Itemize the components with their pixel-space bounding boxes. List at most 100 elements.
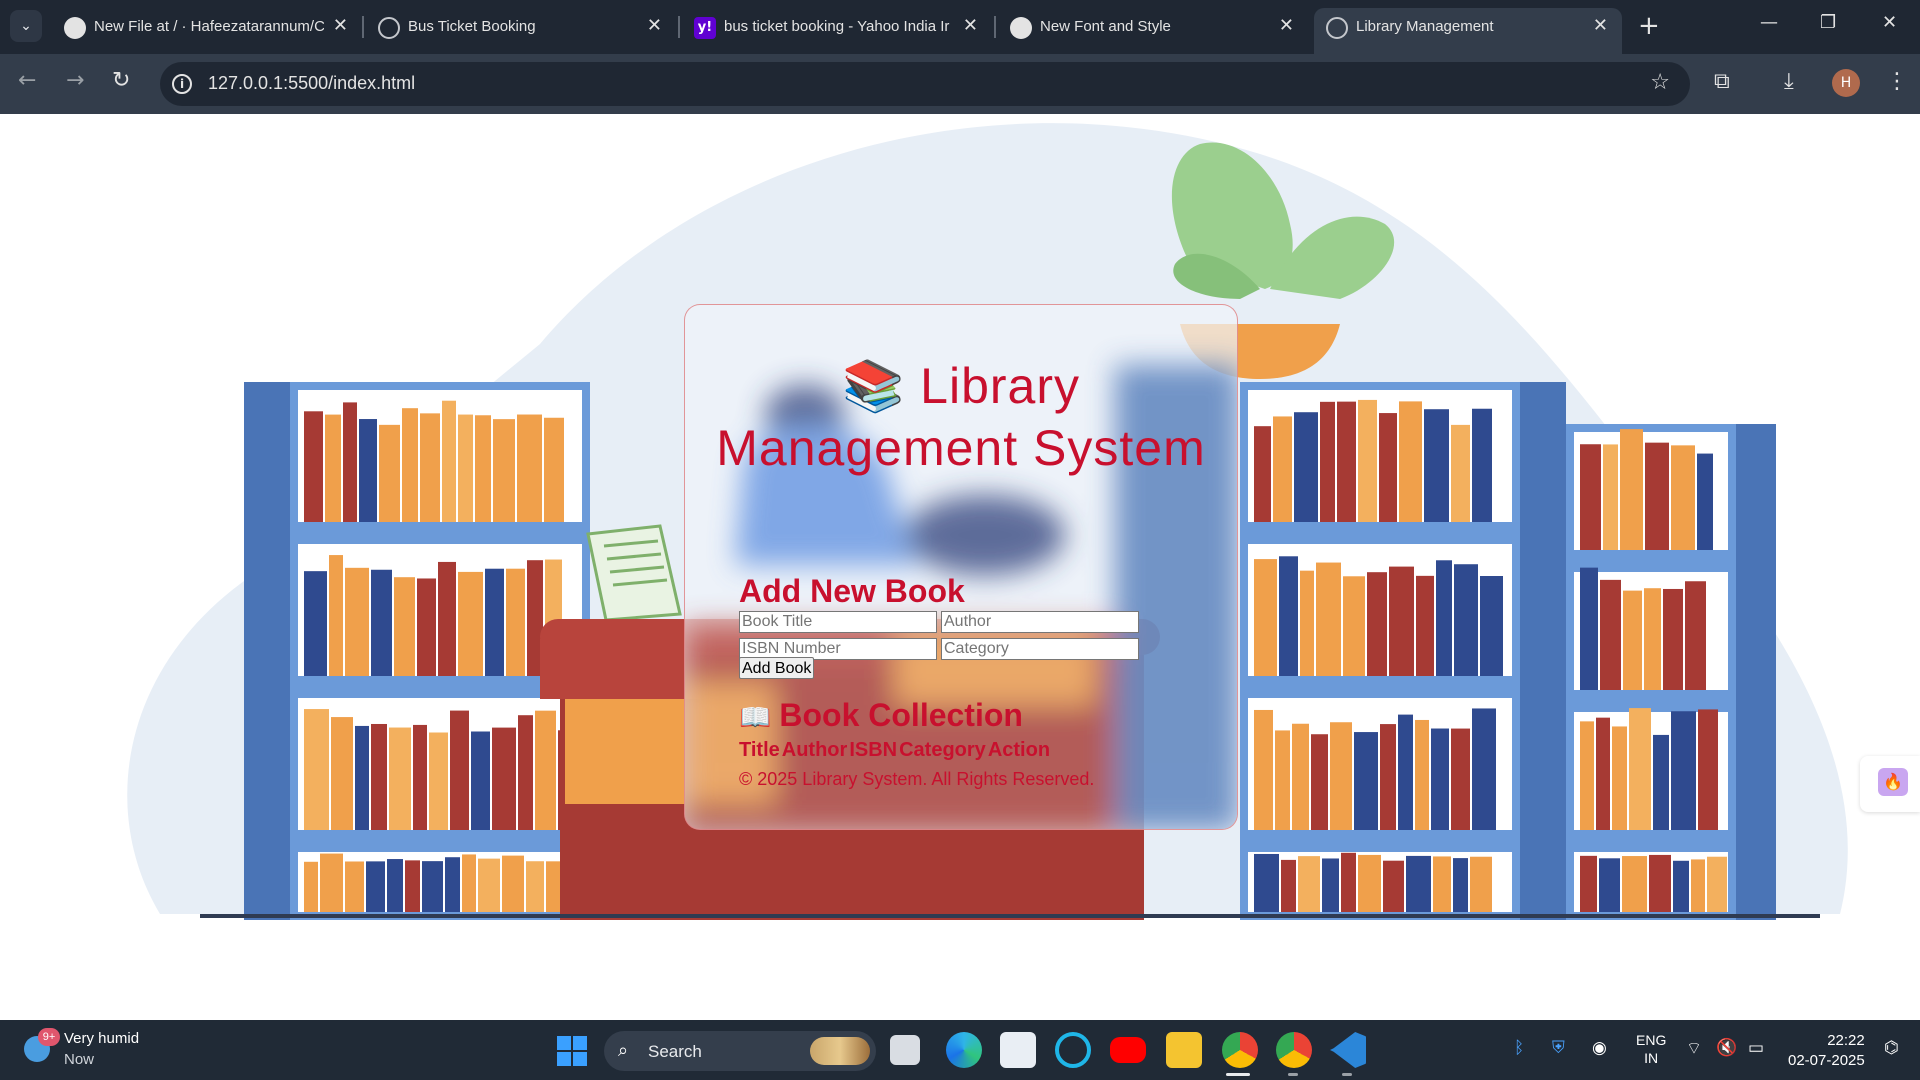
category-input[interactable] — [941, 638, 1139, 660]
book-title-input[interactable] — [739, 611, 937, 633]
book-spine — [402, 408, 418, 522]
book-spine — [1311, 734, 1328, 830]
speaker-muted-icon[interactable]: 🔇 — [1716, 1038, 1737, 1058]
clock-time: 22:22 — [1827, 1032, 1865, 1049]
book-spine — [325, 414, 341, 522]
flame-icon: 🔥 — [1878, 768, 1908, 796]
task-view-icon[interactable] — [890, 1035, 920, 1065]
store-icon[interactable] — [1000, 1032, 1036, 1068]
url-text[interactable]: 127.0.0.1:5500/index.html — [208, 73, 415, 94]
page-title-text: Library Management System — [716, 358, 1206, 476]
chrome-tray-icon[interactable]: ◉ — [1592, 1038, 1607, 1058]
book-spine — [1273, 416, 1292, 522]
book-spine — [1254, 853, 1279, 912]
book-spine — [1431, 728, 1449, 830]
book-spine — [345, 567, 369, 676]
edge-icon[interactable] — [946, 1032, 982, 1068]
tab-github[interactable]: New File at / · Hafeezatarannum/C ✕ — [52, 8, 362, 54]
book-spine — [1472, 408, 1492, 522]
close-window-icon[interactable]: ✕ — [1882, 12, 1897, 33]
books-icon: 📚 — [841, 358, 906, 414]
weather-condition[interactable]: Very humid — [64, 1030, 139, 1047]
book-spine — [1620, 429, 1643, 550]
github-icon — [64, 17, 86, 39]
windows-start-icon[interactable] — [557, 1036, 587, 1066]
tab-title: Library Management — [1356, 18, 1494, 35]
column-header-title: Title — [739, 739, 780, 761]
book-spine — [1330, 722, 1352, 830]
chrome-profile-icon[interactable] — [1276, 1032, 1312, 1068]
minimize-icon[interactable]: — — [1760, 12, 1778, 33]
book-spine — [1698, 709, 1718, 830]
tab-library-management[interactable]: Library Management ✕ — [1314, 8, 1622, 54]
defender-icon[interactable]: ⛨ — [1552, 1038, 1565, 1058]
clock-date: 02-07-2025 — [1788, 1052, 1865, 1069]
bookmark-star-icon[interactable]: ☆ — [1650, 70, 1670, 95]
notifications-icon[interactable]: ⌬ — [1884, 1038, 1899, 1058]
vscode-icon[interactable] — [1330, 1032, 1366, 1068]
restore-icon[interactable]: ❐ — [1820, 12, 1836, 33]
taskbar-search[interactable]: ⌕ Search — [604, 1031, 876, 1071]
file-explorer-icon[interactable] — [1166, 1032, 1202, 1068]
bluetooth-icon[interactable]: ᛒ — [1514, 1038, 1524, 1058]
tab-search-button[interactable]: ⌄ — [10, 10, 42, 42]
reload-icon[interactable]: ↻ — [112, 68, 130, 93]
book-spine — [1292, 723, 1309, 830]
back-icon[interactable]: ← — [18, 68, 36, 93]
system-clock[interactable]: 22:22 02-07-2025 — [1788, 1031, 1865, 1071]
book-spine — [1673, 860, 1689, 912]
tab-bus-ticket-booking[interactable]: Bus Ticket Booking ✕ — [366, 8, 676, 54]
more-menu-icon[interactable]: ⋮ — [1886, 69, 1908, 94]
youtube-icon[interactable] — [1110, 1037, 1146, 1063]
add-book-button[interactable]: Add Book — [739, 657, 815, 679]
close-icon[interactable]: ✕ — [1279, 15, 1294, 36]
book-spine — [1580, 444, 1601, 550]
close-icon[interactable]: ✕ — [647, 15, 662, 36]
profile-avatar[interactable]: H — [1832, 69, 1860, 97]
book-spine — [1424, 409, 1449, 522]
tab-title: New Font and Style — [1040, 18, 1171, 35]
book-spine — [345, 861, 364, 912]
download-icon[interactable]: ⤓ — [1784, 69, 1794, 94]
book-spine — [1389, 566, 1414, 676]
chrome-icon[interactable] — [1222, 1032, 1258, 1068]
close-icon[interactable]: ✕ — [333, 15, 348, 36]
tab-separator — [678, 16, 680, 38]
book-spine — [1367, 572, 1387, 676]
book-spine — [1279, 556, 1298, 676]
book-spine — [526, 861, 544, 912]
browser-toolbar: ← → ↻ i 127.0.0.1:5500/index.html ☆ ⧉ ⤓ … — [0, 54, 1920, 114]
page-footer: © 2025 Library System. All Rights Reserv… — [739, 769, 1095, 789]
battery-icon[interactable]: ▭ — [1748, 1038, 1764, 1058]
wifi-icon[interactable]: ⌔ — [1686, 1038, 1702, 1059]
book-spine — [475, 415, 491, 522]
column-header-isbn: ISBN — [849, 739, 898, 761]
column-header-category: Category — [899, 739, 986, 761]
book-spine — [517, 414, 542, 522]
floor-line — [200, 914, 1820, 918]
new-tab-button[interactable]: + — [1638, 12, 1660, 40]
extensions-icon[interactable]: ⧉ — [1714, 69, 1730, 94]
book-spine — [420, 413, 440, 522]
active-app-indicator — [1226, 1073, 1250, 1076]
tab-title: New File at / · Hafeezatarannum/C — [94, 18, 324, 35]
sidebar-extension-button[interactable]: 🔥 — [1860, 756, 1920, 812]
cortana-icon[interactable] — [1055, 1032, 1091, 1068]
address-bar[interactable]: i 127.0.0.1:5500/index.html ☆ — [160, 62, 1690, 106]
tab-new-font-and-style[interactable]: New Font and Style ✕ — [998, 8, 1308, 54]
author-input[interactable] — [941, 611, 1139, 633]
book-spine — [1298, 856, 1320, 912]
forward-icon[interactable]: → — [66, 68, 84, 93]
tab-yahoo-search[interactable]: y! bus ticket booking - Yahoo India Ir ✕ — [682, 8, 992, 54]
book-spine — [304, 709, 329, 830]
book-spine — [389, 727, 411, 830]
close-icon[interactable]: ✕ — [963, 15, 978, 36]
book-spine — [1281, 859, 1296, 912]
globe-icon — [1326, 17, 1348, 39]
language-indicator[interactable]: ENG IN — [1636, 1031, 1666, 1067]
book-spine — [1254, 709, 1273, 830]
site-info-icon[interactable]: i — [172, 74, 192, 94]
open-app-indicator — [1288, 1073, 1298, 1076]
close-icon[interactable]: ✕ — [1593, 15, 1608, 36]
book-spine — [1451, 728, 1470, 830]
